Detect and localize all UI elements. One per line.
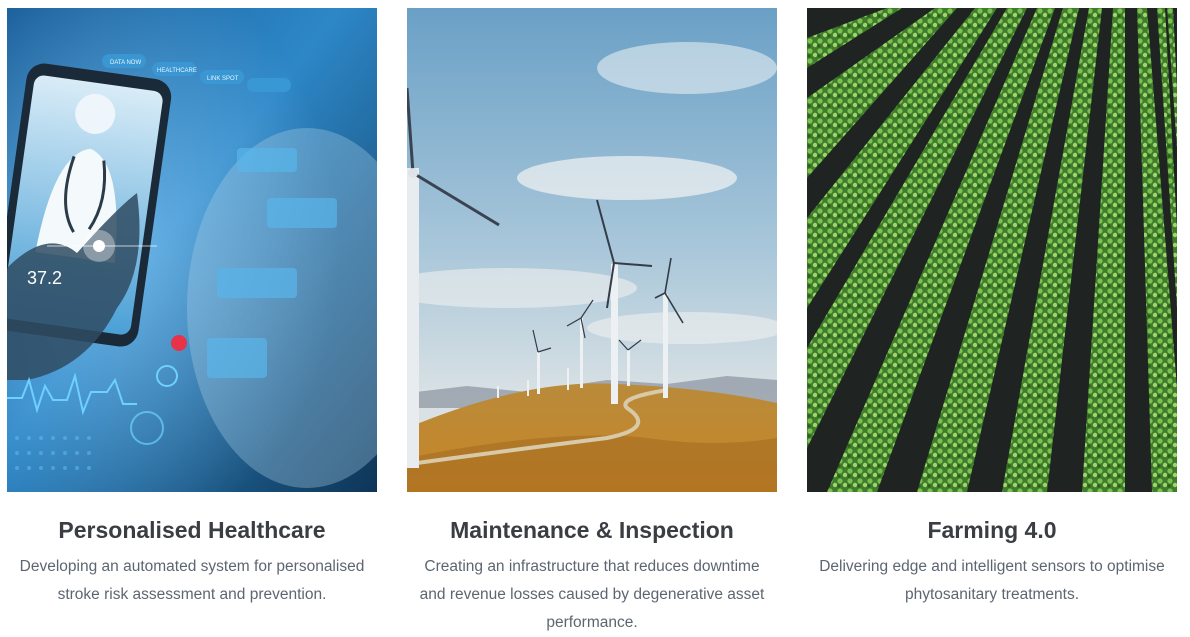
card-description: Delivering edge and intelligent sensors … — [819, 558, 1165, 603]
card-title: Personalised Healthcare — [58, 517, 326, 543]
hud-label-link-spot: LINK SPOT — [207, 76, 239, 82]
card-description: Creating an infrastructure that reduces … — [419, 558, 765, 631]
card-title: Maintenance & Inspection — [450, 517, 734, 543]
crop-field-image — [807, 8, 1177, 492]
hud-label-data-now: DATA NOW — [110, 60, 141, 66]
healthcare-image: DATA NOW HEALTHCARE LINK SPOT 37.2 — [7, 8, 377, 492]
card-personalised-healthcare: DATA NOW HEALTHCARE LINK SPOT 37.2 Perso… — [7, 8, 377, 609]
card-title: Farming 4.0 — [927, 517, 1057, 543]
card-farming-4-0: Farming 4.0 Delivering edge and intellig… — [807, 8, 1177, 609]
wind-turbines-image — [407, 8, 777, 492]
card-maintenance-inspection: Maintenance & Inspection Creating an inf… — [407, 8, 777, 637]
hud-label-healthcare: HEALTHCARE — [157, 68, 197, 74]
card-description: Developing an automated system for perso… — [19, 558, 365, 603]
temperature-readout: 37.2 — [27, 268, 62, 288]
